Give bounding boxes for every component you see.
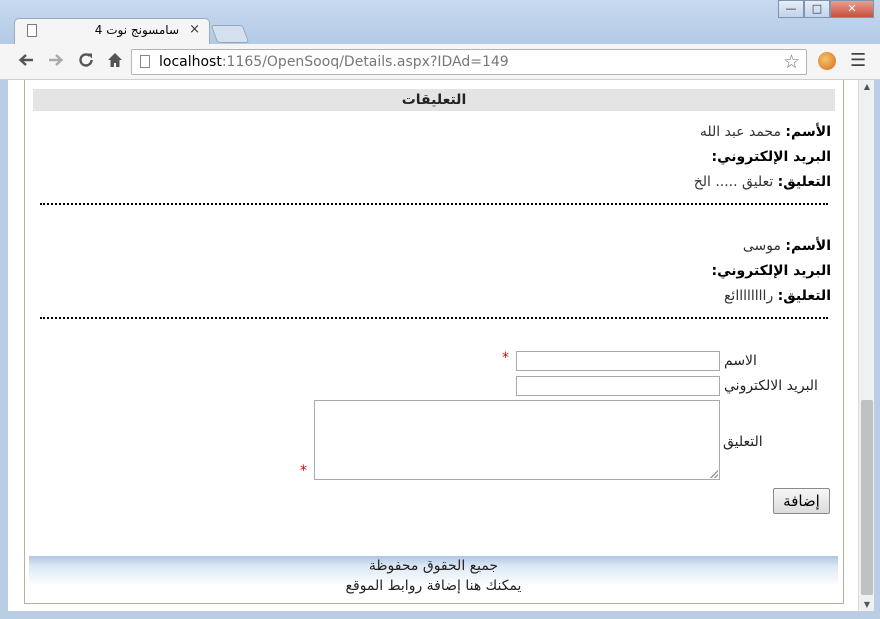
comment-name-row: الأسم: موسى [38, 238, 831, 263]
back-arrow-icon[interactable] [17, 51, 35, 74]
comment-field-label: التعليق [723, 434, 763, 450]
comment-name-row: الأسم: محمد عبد الله [38, 124, 831, 149]
add-button[interactable]: إضافة [773, 488, 830, 514]
comment-text: تعليق ..... الخ [693, 174, 774, 190]
page-icon [140, 55, 150, 68]
comments-title: التعليقات [33, 89, 835, 111]
tab-title: سامسونج نوت 4 [94, 23, 179, 37]
comment-separator [40, 317, 828, 319]
required-mark: * [502, 350, 509, 366]
name-label: الأسم: [785, 124, 831, 140]
page-viewport: التعليقات الأسم: محمد عبد الله البريد ال… [8, 80, 858, 611]
hamburger-menu-icon[interactable]: ☰ [850, 50, 866, 71]
comment-author: محمد عبد الله [699, 124, 781, 140]
footer-links-text: يمكنك هنا إضافة روابط الموقع [345, 578, 522, 594]
name-label: الأسم: [785, 238, 831, 254]
title-bar: سامسونج نوت 4 × — □ ✕ [0, 0, 880, 44]
email-input[interactable] [516, 376, 720, 396]
page-icon [27, 24, 37, 37]
copyright-text: جميع الحقوق محفوظة [368, 558, 499, 574]
address-bar[interactable]: localhost:1165/OpenSooq/Details.aspx?IDA… [131, 49, 807, 75]
email-label: البريد الإلكتروني: [711, 149, 831, 165]
comment-text-row: التعليق: راااااااائع [38, 288, 831, 313]
comment-email-row: البريد الإلكتروني: [38, 149, 831, 174]
scrollbar-thumb[interactable] [861, 400, 873, 595]
extension-icon[interactable] [818, 52, 836, 70]
home-icon[interactable] [106, 51, 124, 74]
comment-email-row: البريد الإلكتروني: [38, 263, 831, 288]
page-footer: جميع الحقوق محفوظة يمكنك هنا إضافة روابط… [29, 556, 838, 600]
scroll-up-icon[interactable]: ▲ [859, 82, 875, 91]
minimize-button[interactable]: — [778, 0, 804, 18]
comment-item: الأسم: محمد عبد الله البريد الإلكتروني: … [38, 124, 831, 199]
resize-grip-icon[interactable] [710, 470, 718, 478]
browser-tab[interactable]: سامسونج نوت 4 × [14, 18, 210, 44]
new-tab-button[interactable] [210, 25, 250, 43]
comment-item: الأسم: موسى البريد الإلكتروني: التعليق: … [38, 238, 831, 313]
url-text[interactable]: localhost:1165/OpenSooq/Details.aspx?IDA… [159, 54, 509, 70]
comment-separator [40, 203, 828, 205]
email-label: البريد الإلكتروني: [711, 263, 831, 279]
tab-close-icon[interactable]: × [189, 22, 200, 37]
close-window-button[interactable]: ✕ [830, 0, 874, 18]
comment-text: راااااااائع [723, 288, 774, 304]
comment-label: التعليق: [777, 288, 831, 304]
star-icon[interactable]: ☆ [783, 51, 800, 73]
window-controls: — □ ✕ [778, 0, 874, 20]
comment-textarea[interactable] [314, 400, 720, 480]
scroll-down-icon[interactable]: ▼ [859, 600, 875, 609]
email-field-label: البريد الالكتروني [724, 378, 818, 394]
name-input[interactable] [516, 351, 720, 371]
comment-text-row: التعليق: تعليق ..... الخ [38, 174, 831, 199]
vertical-scrollbar[interactable]: ▲ ▼ [858, 80, 874, 611]
required-mark: * [300, 463, 307, 479]
forward-arrow-icon[interactable] [47, 51, 65, 74]
browser-toolbar: localhost:1165/OpenSooq/Details.aspx?IDA… [0, 44, 880, 80]
reload-icon[interactable] [77, 51, 95, 74]
name-field-label: الاسم [724, 353, 757, 369]
maximize-button[interactable]: □ [804, 0, 830, 18]
comment-author: موسى [742, 238, 781, 254]
comment-label: التعليق: [777, 174, 831, 190]
